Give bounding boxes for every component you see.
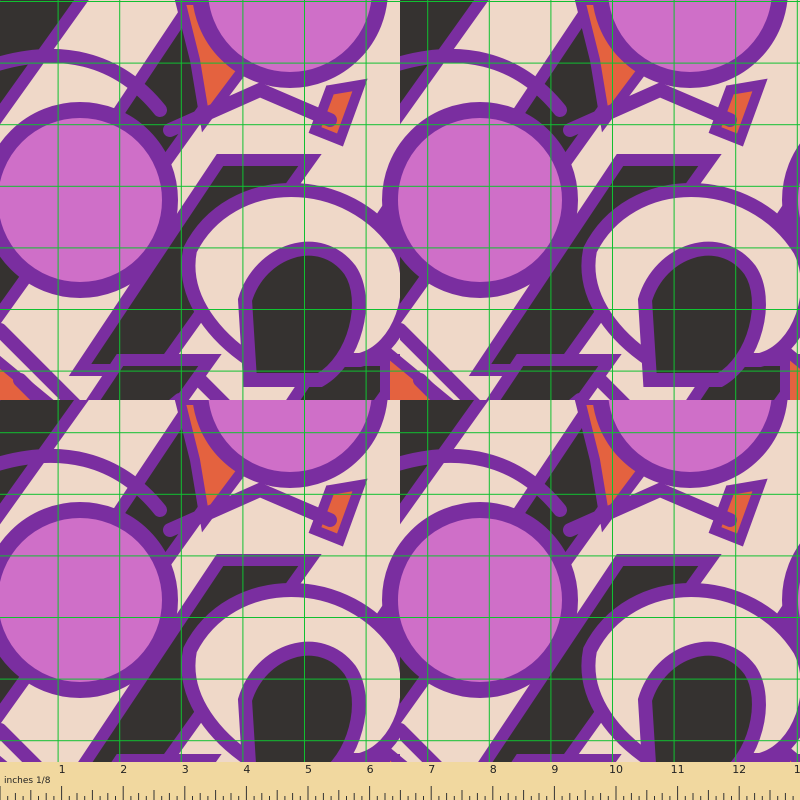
ruler-label: 5 <box>305 763 312 776</box>
ruler-label: 4 <box>243 763 251 776</box>
ruler-label: 8 <box>489 763 497 776</box>
fabric-swatch <box>0 0 800 800</box>
ruler-label: 2 <box>120 763 128 776</box>
ruler-label: 12 <box>732 763 747 776</box>
ruler-label: 10 <box>609 763 623 776</box>
ruler-label: 13 <box>793 763 800 776</box>
ruler-label: 6 <box>366 763 374 776</box>
measurement-grid <box>0 0 800 762</box>
ruler-label: 7 <box>428 763 436 776</box>
ruler-label: 9 <box>551 763 559 776</box>
ruler-label: 11 <box>670 763 685 776</box>
ruler-label: 3 <box>181 763 189 776</box>
ruler-label: 1 <box>58 763 66 776</box>
ruler-unit-label: inches 1/8 <box>4 776 51 786</box>
